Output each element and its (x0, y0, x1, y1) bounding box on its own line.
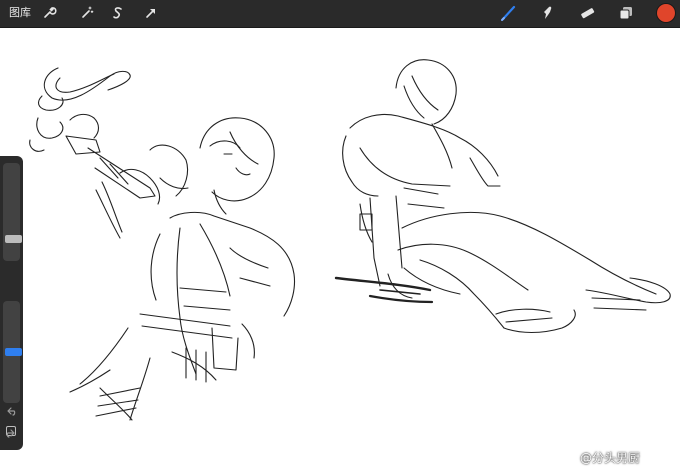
eraser-icon[interactable] (577, 3, 597, 23)
sketch-figure-left (29, 67, 296, 421)
wrench-icon[interactable] (39, 3, 59, 23)
brush-size-slider[interactable] (3, 163, 22, 261)
smudge-icon[interactable] (538, 3, 558, 23)
brush-sidebar (0, 156, 23, 450)
opacity-slider[interactable] (3, 301, 22, 403)
brush-size-thumb[interactable] (5, 235, 22, 243)
watermark-text: @分头男厨 (580, 451, 641, 465)
layers-icon[interactable] (616, 3, 636, 23)
sketch-figure-right (334, 59, 671, 334)
gallery-button[interactable]: 图库 (9, 6, 31, 20)
arrow-cursor-icon[interactable] (141, 3, 161, 23)
top-toolbar: 图库 (0, 0, 680, 28)
brush-icon[interactable] (499, 3, 519, 23)
color-picker-button[interactable] (657, 4, 675, 22)
undo-icon[interactable] (5, 406, 17, 418)
redo-icon[interactable] (5, 428, 17, 440)
s-selection-icon[interactable] (108, 3, 128, 23)
drawing-canvas[interactable] (0, 28, 680, 475)
magic-wand-icon[interactable] (77, 3, 97, 23)
opacity-thumb[interactable] (5, 348, 22, 356)
